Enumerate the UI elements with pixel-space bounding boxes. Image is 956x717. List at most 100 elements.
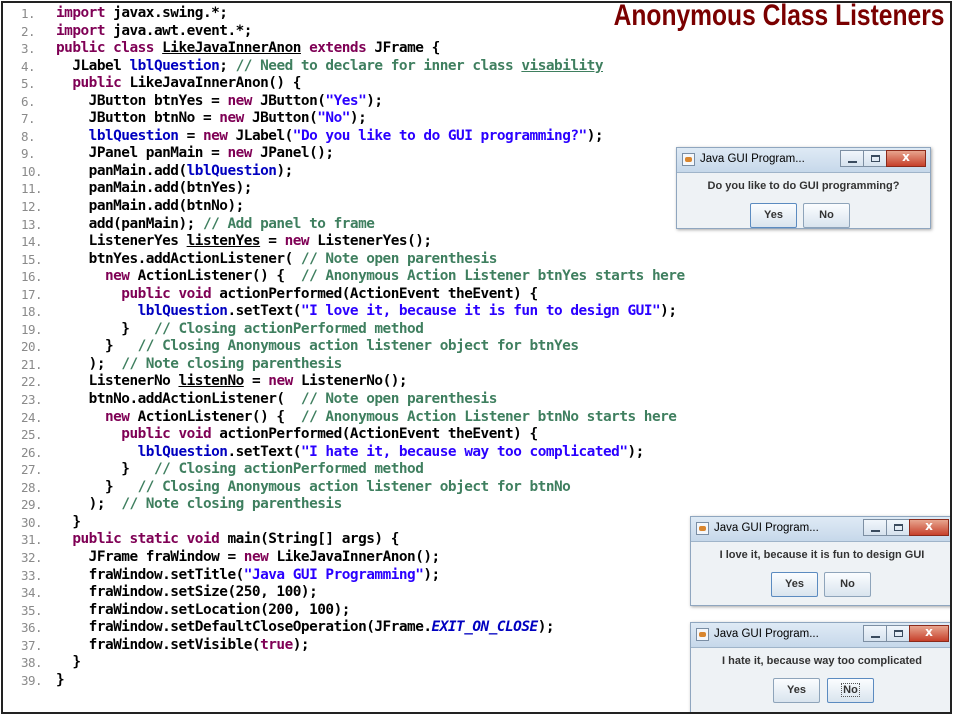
close-icon[interactable] (909, 519, 949, 536)
code-line: 26. lblQuestion.setText("I hate it, beca… (3, 443, 950, 462)
minimize-icon[interactable] (863, 519, 887, 536)
question-label: I hate it, because way too complicated (722, 655, 922, 667)
maximize-icon[interactable] (886, 519, 910, 536)
code-token: ); (56, 496, 122, 513)
code-text: btnNo.addActionListener( // Note open pa… (56, 391, 498, 409)
code-text: lblQuestion.setText("I hate it, because … (56, 443, 645, 462)
code-token: public void (56, 426, 220, 443)
line-number: 13. (21, 216, 43, 232)
code-line: 8. lblQuestion = new JLabel("Do you like… (3, 127, 950, 146)
code-token: javax.swing.*; (113, 5, 228, 21)
code-token: JFrame { (374, 40, 440, 57)
code-token: JPanel(); (260, 145, 334, 162)
line-number: 1. (21, 6, 36, 21)
close-icon[interactable] (909, 625, 949, 642)
code-token: ListenerNo (56, 373, 179, 390)
java-app-icon (682, 153, 695, 166)
code-line: 17. public void actionPerformed(ActionEv… (3, 286, 950, 304)
code-token: listenNo (178, 373, 244, 390)
yes-button[interactable]: Yes (750, 203, 797, 228)
line-number: 24. (21, 409, 43, 425)
code-token: JLabel (56, 57, 130, 74)
window-titlebar[interactable]: Java GUI Program... (691, 623, 950, 648)
close-icon[interactable] (886, 150, 926, 167)
code-text: add(panMain); // Add panel to frame (56, 215, 375, 234)
window-titlebar[interactable]: Java GUI Program... (691, 517, 950, 542)
line-number: 27. (21, 462, 43, 478)
code-token: new (202, 127, 236, 144)
code-token: "Do you like to do GUI programming?" (292, 127, 587, 144)
code-line: 6. JButton btnYes = new JButton("Yes"); (3, 92, 950, 111)
java-window-question: Java GUI Program... Do you like to do GU… (676, 147, 931, 229)
code-line: 28. } // Closing Anonymous action listen… (3, 478, 950, 497)
code-token: } (56, 654, 81, 671)
code-token: public static void (56, 531, 228, 548)
code-text: public LikeJavaInnerAnon() { (56, 75, 301, 93)
code-line: 27. } // Closing actionPerformed method (3, 461, 950, 479)
code-text: fraWindow.setDefaultCloseOperation(JFram… (56, 619, 555, 637)
window-content: Do you like to do GUI programming? Yes N… (677, 173, 930, 228)
maximize-icon[interactable] (886, 625, 910, 642)
code-line: 5. public LikeJavaInnerAnon() { (3, 75, 950, 93)
code-token: = (260, 233, 285, 250)
code-token: public class (56, 40, 163, 57)
code-token: new (268, 373, 301, 390)
code-text: import javax.swing.*; (56, 5, 228, 23)
code-token: ); (349, 110, 367, 127)
code-token: fraWindow.setSize(250, 100); (56, 584, 318, 601)
code-line: 23. btnNo.addActionListener( // Note ope… (3, 391, 950, 409)
no-button[interactable]: No (824, 572, 871, 597)
code-text: panMain.add(lblQuestion); (56, 162, 294, 181)
code-token: extends (300, 40, 375, 57)
code-token: .setText( (227, 443, 301, 460)
code-token: listenYes (186, 233, 261, 250)
window-title: Java GUI Program... (714, 522, 819, 534)
line-number: 20. (21, 339, 43, 355)
code-token: "Yes" (325, 92, 367, 109)
code-text: panMain.add(btnNo); (56, 198, 245, 216)
code-text: fraWindow.setTitle("Java GUI Programming… (56, 566, 441, 585)
minimize-icon[interactable] (840, 150, 864, 167)
minimize-icon[interactable] (863, 625, 887, 642)
code-token: java.awt.event.*; (113, 22, 252, 39)
code-token: new (227, 145, 261, 162)
line-number: 31. (21, 532, 43, 548)
slide-title: Anonymous Class Listeners (613, 1, 944, 32)
code-text: } // Closing Anonymous action listener o… (56, 338, 579, 356)
line-number: 11. (21, 181, 43, 197)
line-number: 38. (21, 655, 43, 671)
code-text: JFrame fraWindow = new LikeJavaInnerAnon… (56, 549, 441, 567)
code-text: lblQuestion = new JLabel("Do you like to… (56, 127, 604, 146)
code-token: // Closing Anonymous action listener obj… (137, 478, 571, 495)
code-token: ); (423, 566, 440, 583)
line-number: 7. (21, 111, 36, 127)
code-token: } (56, 671, 65, 688)
java-window-hate: Java GUI Program... I hate it, because w… (690, 622, 950, 712)
window-titlebar[interactable]: Java GUI Program... (677, 148, 930, 173)
code-token: visability (521, 57, 604, 74)
code-token: // Closing Anonymous action listener obj… (137, 338, 579, 355)
code-token: "I hate it, because way too complicated" (300, 443, 628, 460)
code-token: fraWindow.setDefaultCloseOperation(JFram… (56, 619, 432, 636)
maximize-icon[interactable] (863, 150, 887, 167)
code-line: 14. ListenerYes listenYes = new Listener… (3, 233, 950, 251)
code-line: 7. JButton btnNo = new JButton("No"); (3, 110, 950, 128)
yes-button[interactable]: Yes (773, 678, 820, 703)
code-token: } (56, 461, 154, 478)
code-token: panMain.add( (56, 162, 187, 179)
no-button[interactable]: No (803, 203, 850, 228)
code-token: // Add panel to frame (202, 215, 375, 232)
code-line: 22. ListenerNo listenNo = new ListenerNo… (3, 373, 950, 391)
line-number: 36. (21, 620, 43, 636)
code-line: 20. } // Closing Anonymous action listen… (3, 338, 950, 356)
code-token: // Closing actionPerformed method (153, 461, 424, 478)
code-token: .setText( (227, 303, 301, 320)
code-line: 15. btnYes.addActionListener( // Note op… (3, 251, 950, 269)
code-token: ); (366, 92, 383, 109)
yes-button[interactable]: Yes (771, 572, 818, 597)
code-token: // Note closing parenthesis (121, 496, 342, 513)
no-button[interactable]: No (827, 678, 874, 703)
code-token: panMain.add(btnYes); (56, 180, 253, 197)
line-number: 28. (21, 479, 43, 495)
code-token: LikeJavaInnerAnon() { (129, 75, 301, 92)
